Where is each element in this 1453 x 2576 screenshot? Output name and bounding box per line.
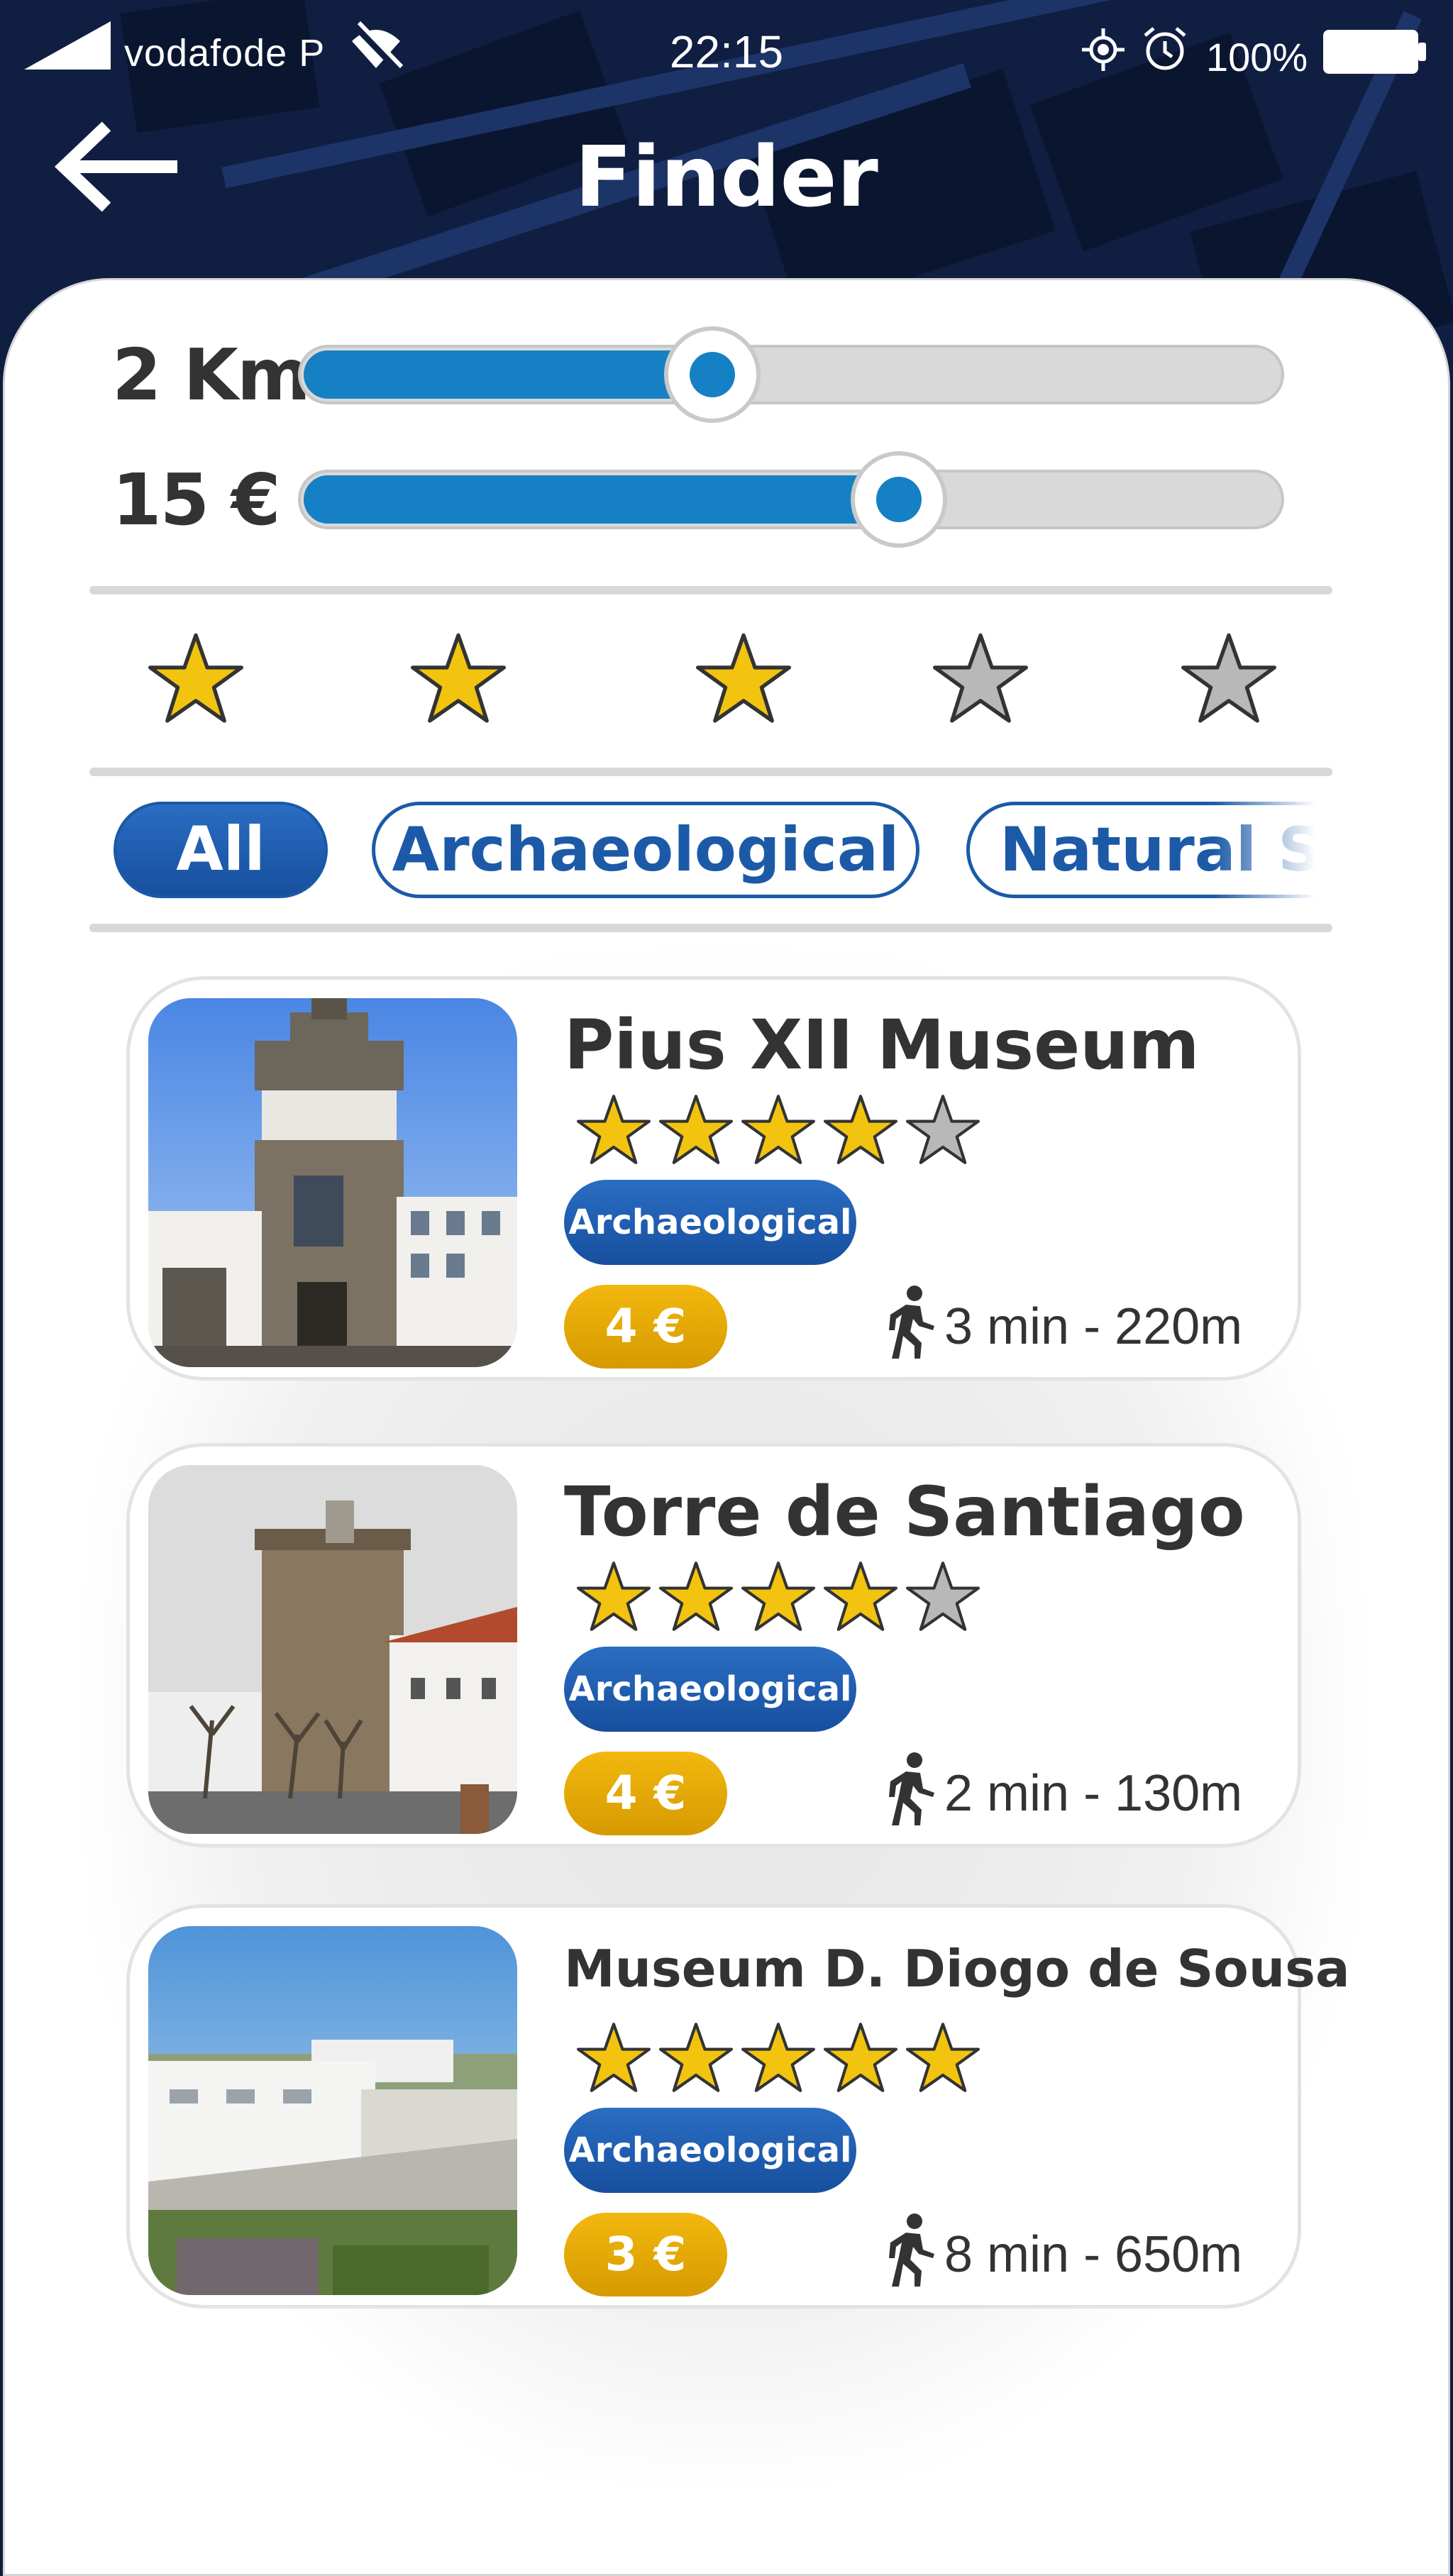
star-filled-icon: [906, 2023, 980, 2092]
card-distance: 8 min - 650m: [944, 2226, 1243, 2283]
result-card-pius-xii-museum[interactable]: Pius XII Museum Archaeological 4 € 3 min…: [126, 976, 1301, 1381]
rating-star-5[interactable]: [1179, 631, 1278, 726]
price-slider-thumb[interactable]: [851, 451, 948, 548]
card-photo: [148, 1465, 517, 1834]
card-rating: [577, 1560, 1002, 1638]
card-category-badge: Archaeological: [564, 1647, 856, 1732]
star-filled-icon: [577, 1561, 651, 1631]
card-rating: [577, 2021, 1002, 2099]
page-title: Finder: [575, 128, 878, 226]
price-slider[interactable]: [298, 451, 1284, 548]
card-price-badge: 4 €: [564, 1752, 727, 1835]
card-distance: 3 min - 220m: [944, 1298, 1243, 1355]
star-empty-icon: [906, 1095, 980, 1164]
price-filter: 15 €: [0, 451, 1453, 551]
walking-icon: [889, 1286, 934, 1359]
card-rating: [577, 1093, 1002, 1171]
location-icon: [1082, 28, 1125, 71]
distance-filter: 2 Km: [0, 326, 1453, 426]
battery-percent: 100%: [1206, 35, 1308, 79]
distance-slider-fill: [304, 350, 716, 399]
result-card-museum-d-diogo-de-sousa[interactable]: Museum D. Diogo de Sousa Archaeological …: [126, 1904, 1350, 2309]
star-filled-icon: [659, 1095, 733, 1164]
star-empty-icon: [906, 1561, 980, 1631]
result-card-torre-de-santiago[interactable]: Torre de Santiago Archaeological 4 € 2 m…: [126, 1443, 1301, 1847]
star-filled-icon: [824, 1561, 897, 1631]
star-filled-icon: [577, 2023, 651, 2092]
distance-label: 2 Km: [112, 333, 311, 416]
star-filled-icon: [741, 2023, 815, 2092]
card-photo: [148, 1926, 517, 2295]
status-bar: vodafode P 22:15 100%: [0, 0, 1453, 106]
chip-archaeological[interactable]: Archaeological: [372, 802, 919, 898]
card-title: Pius XII Museum: [564, 1005, 1200, 1085]
star-filled-icon: [741, 1561, 815, 1631]
star-filled-icon: [659, 2023, 733, 2092]
card-title: Torre de Santiago: [564, 1472, 1245, 1552]
star-filled-icon: [577, 1095, 651, 1164]
divider: [89, 586, 1332, 595]
price-slider-fill: [304, 475, 902, 524]
battery-icon: [1323, 30, 1426, 74]
card-category-badge: Archaeological: [564, 1180, 856, 1265]
rating-star-2[interactable]: [409, 631, 508, 726]
rating-star-4[interactable]: [931, 631, 1030, 726]
card-distance: 2 min - 130m: [944, 1765, 1243, 1822]
star-filled-icon: [659, 1561, 733, 1631]
price-label: 15 €: [112, 458, 281, 541]
walking-icon: [889, 2213, 934, 2287]
card-price-badge: 3 €: [564, 2213, 727, 2296]
distance-slider[interactable]: [298, 326, 1284, 423]
card-category-badge: Archaeological: [564, 2108, 856, 2193]
category-chips: All Archaeological Natural Sci: [106, 795, 1327, 901]
divider: [89, 768, 1332, 776]
star-filled-icon: [824, 2023, 897, 2092]
rating-star-1[interactable]: [146, 631, 245, 726]
card-price-badge: 4 €: [564, 1285, 727, 1369]
chip-all[interactable]: All: [114, 802, 328, 898]
walking-icon: [889, 1752, 934, 1825]
card-title: Museum D. Diogo de Sousa: [564, 1939, 1350, 1999]
distance-slider-thumb[interactable]: [664, 326, 761, 423]
alarm-icon: [1144, 27, 1186, 70]
chip-natural-science[interactable]: Natural Sci: [966, 802, 1327, 898]
star-filled-icon: [741, 1095, 815, 1164]
rating-star-3[interactable]: [694, 631, 793, 726]
divider: [89, 924, 1332, 932]
rating-filter: [89, 617, 1332, 731]
star-filled-icon: [824, 1095, 897, 1164]
card-photo: [148, 998, 517, 1367]
